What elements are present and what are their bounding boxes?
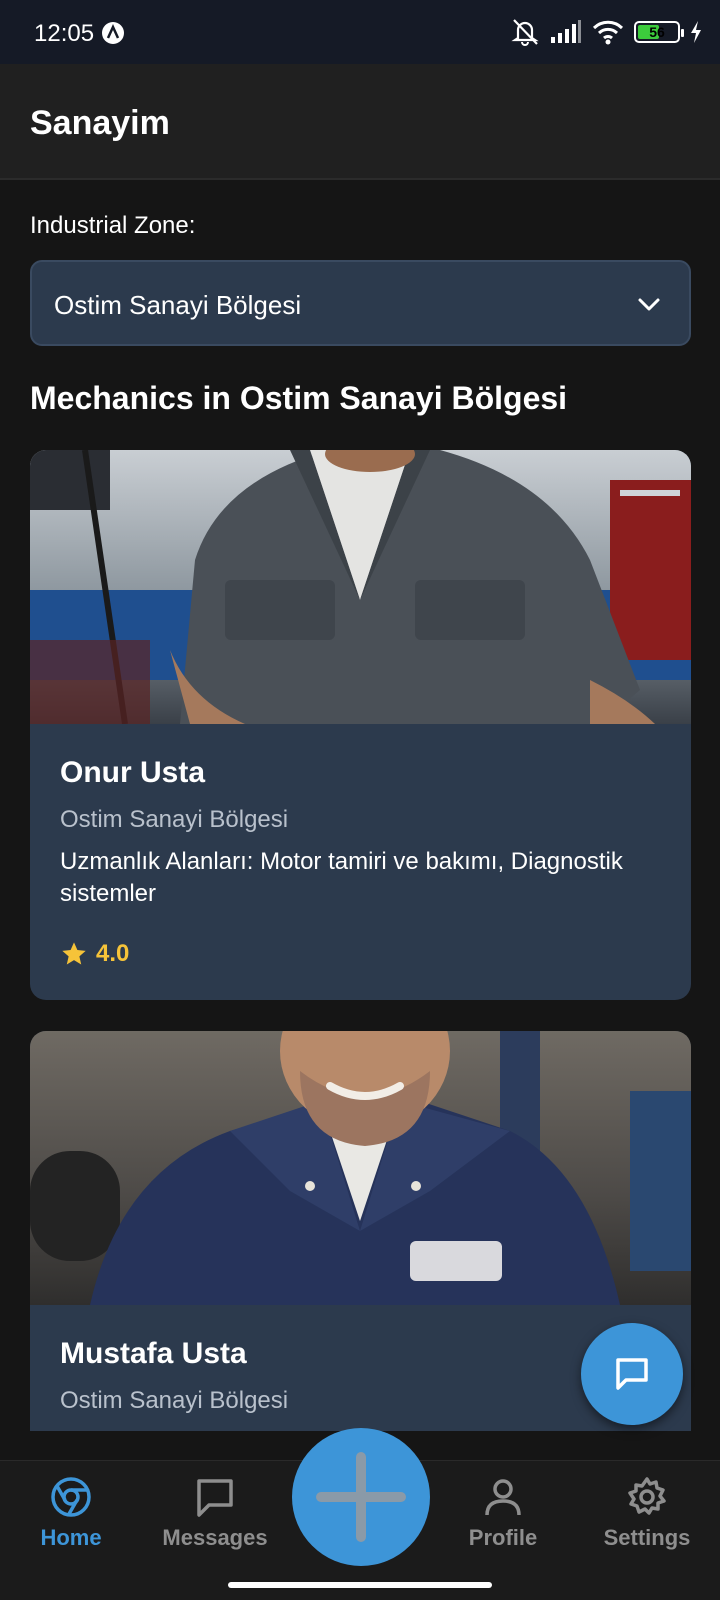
status-time: 12:05 [34, 20, 95, 47]
gear-icon [628, 1477, 666, 1515]
battery-tip [681, 29, 684, 37]
rating-value: 4.0 [96, 940, 130, 967]
app-notification-icon [102, 22, 124, 44]
mechanic-photo [30, 1031, 691, 1305]
nav-home-label: Home [40, 1525, 102, 1550]
zone-dropdown[interactable]: Ostim Sanayi Bölgesi [30, 260, 691, 346]
home-icon [51, 1477, 91, 1517]
wifi-icon [592, 20, 624, 45]
person-icon [485, 1479, 521, 1516]
message-icon [197, 1479, 233, 1517]
chat-icon [616, 1358, 648, 1390]
mechanic-rating: 4.0 [60, 940, 129, 968]
nav-home[interactable]: Home [6, 1475, 136, 1551]
status-bar: 12:05 56 [0, 0, 720, 64]
mechanic-card[interactable]: Onur Usta Ostim Sanayi Bölgesi Uzmanlık … [30, 450, 691, 1000]
chat-button[interactable] [581, 1323, 683, 1425]
nav-messages[interactable]: Messages [150, 1475, 280, 1551]
chevron-down-icon [638, 298, 660, 311]
nav-messages-label: Messages [162, 1525, 268, 1550]
battery-level: 56 [649, 24, 665, 40]
mechanic-name: Mustafa Usta [60, 1337, 247, 1370]
zone-label: Industrial Zone: [30, 212, 196, 239]
nav-profile[interactable]: Profile [438, 1475, 568, 1551]
section-title: Mechanics in Ostim Sanayi Bölgesi [30, 380, 568, 416]
nav-settings[interactable]: Settings [582, 1475, 712, 1551]
charging-icon [691, 21, 701, 43]
mechanic-photo [30, 450, 691, 724]
zone-selected-value: Ostim Sanayi Bölgesi [54, 290, 302, 320]
nav-settings-label: Settings [603, 1525, 691, 1550]
plus-icon [316, 1452, 406, 1542]
status-icons: 56 [510, 18, 702, 46]
app-bar: Sanayim [0, 64, 720, 180]
mechanic-zone: Ostim Sanayi Bölgesi [60, 806, 289, 833]
mechanic-specialties: Uzmanlık Alanları: Motor tamiri ve bakım… [60, 848, 623, 907]
add-button[interactable] [292, 1428, 430, 1566]
mechanic-name: Onur Usta [60, 756, 206, 789]
app-title: Sanayim [30, 104, 170, 142]
mechanic-zone: Ostim Sanayi Bölgesi [60, 1387, 289, 1414]
star-icon [62, 942, 86, 965]
notifications-off-icon [511, 19, 539, 46]
signal-icon [551, 20, 581, 43]
battery-icon: 56 [634, 21, 684, 43]
home-indicator[interactable] [228, 1582, 492, 1588]
nav-profile-label: Profile [468, 1525, 538, 1550]
